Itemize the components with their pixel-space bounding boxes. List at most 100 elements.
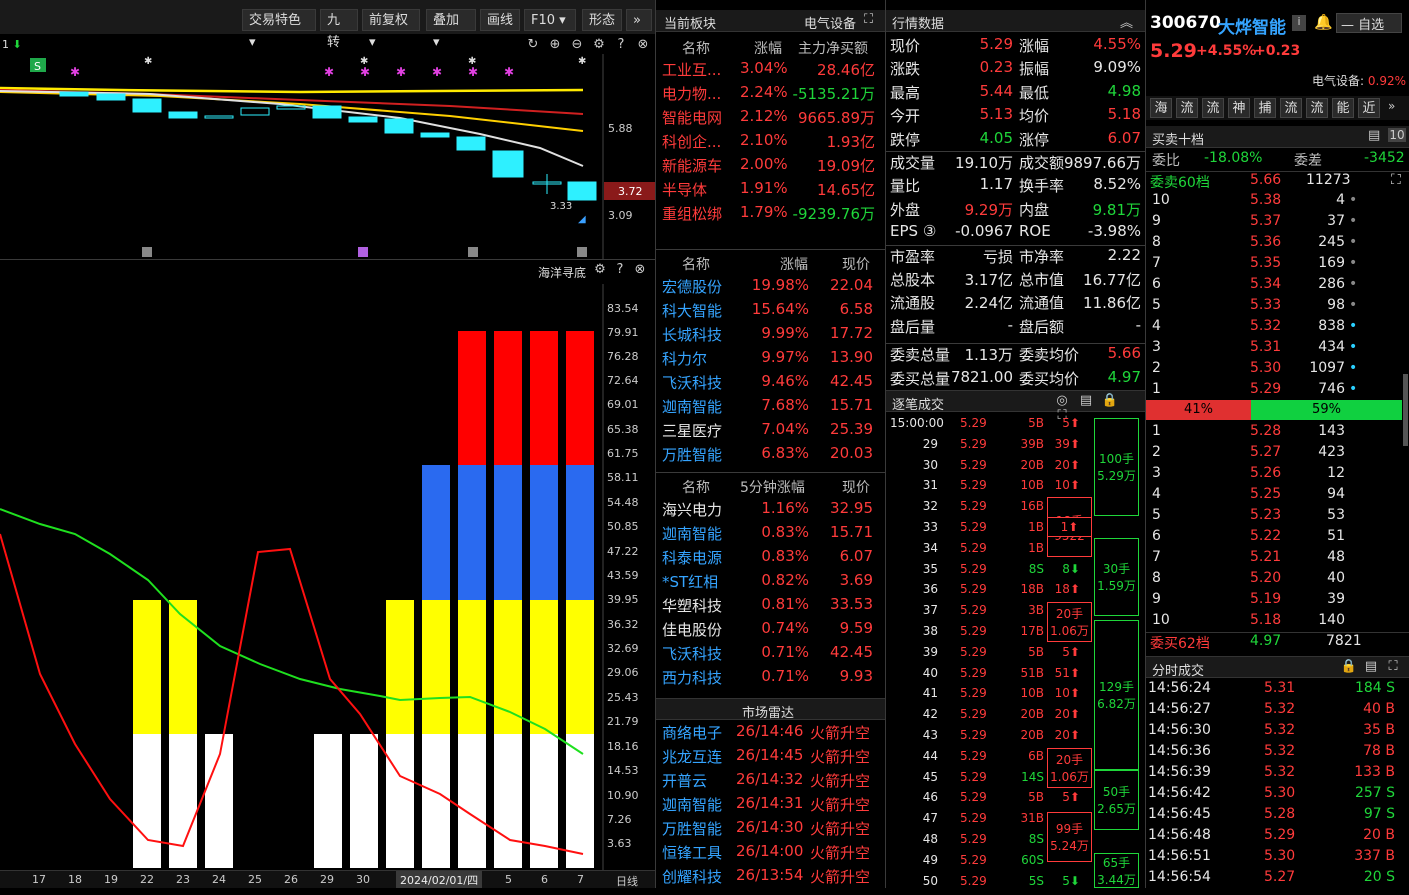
sell-level-row[interactable]: 4 5.32 838 •: [1146, 318, 1409, 339]
stock-row[interactable]: 西力科技 0.71% 9.93: [656, 667, 885, 691]
depth-ten-icon[interactable]: 10: [1388, 128, 1406, 142]
lock-icon[interactable]: 🔒: [1338, 659, 1360, 674]
toolbar-pattern[interactable]: 形态: [582, 9, 622, 31]
info-icon[interactable]: i: [1292, 15, 1306, 31]
lock-icon[interactable]: 🔒: [1098, 393, 1122, 408]
stock-row[interactable]: 迦南智能 7.68% 15.71: [656, 396, 885, 420]
stock-row[interactable]: 华塑科技 0.81% 33.53: [656, 595, 885, 619]
buy-level-row[interactable]: 8 5.20 40: [1146, 570, 1409, 591]
quick-tab[interactable]: 流: [1280, 98, 1302, 118]
buy-level-row[interactable]: 4 5.25 94: [1146, 486, 1409, 507]
sector-row[interactable]: 工业互... 3.04% 28.46亿: [656, 59, 885, 83]
toolbar-f10[interactable]: F10 ▾: [524, 9, 576, 31]
gear-icon[interactable]: ⚙: [590, 262, 610, 277]
stock-row[interactable]: 科泰电源 0.83% 6.07: [656, 547, 885, 571]
sell-level-row[interactable]: 3 5.31 434 •: [1146, 339, 1409, 360]
sector-row[interactable]: 半导体 1.91% 14.65亿: [656, 179, 885, 203]
bell-icon[interactable]: 🔔: [1314, 13, 1333, 31]
radar-row[interactable]: 恒锋工具 26/14:00 火箭升空: [656, 842, 885, 866]
watchlist-button[interactable]: — 自选: [1336, 13, 1402, 33]
stock-row[interactable]: 三星医疗 7.04% 25.39: [656, 420, 885, 444]
table-icon[interactable]: ▤: [1368, 128, 1380, 143]
period-selector[interactable]: 日线: [616, 873, 638, 889]
quick-tab[interactable]: 捕: [1254, 98, 1276, 118]
filter-icon[interactable]: ◎: [1050, 393, 1074, 408]
stock-row[interactable]: 科大智能 15.64% 6.58: [656, 300, 885, 324]
sell-level-row[interactable]: 5 5.33 98 •: [1146, 297, 1409, 318]
buy-level-row[interactable]: 9 5.19 39: [1146, 591, 1409, 612]
table-icon[interactable]: ▤: [1074, 393, 1098, 408]
sell-level-row[interactable]: 10 5.38 4 •: [1146, 192, 1409, 213]
sell-level-row[interactable]: 9 5.37 37 •: [1146, 213, 1409, 234]
sell-level-row[interactable]: 6 5.34 286 •: [1146, 276, 1409, 297]
sector-row[interactable]: 电力物... 2.24% -5135.21万: [656, 83, 885, 107]
stock-row[interactable]: 宏德股份 19.98% 22.04: [656, 276, 885, 300]
stock-chg: 7.04%: [761, 420, 809, 438]
tick-price: 5.29: [960, 728, 987, 742]
toolbar-draw[interactable]: 画线: [480, 9, 520, 31]
tabs-more-icon[interactable]: »: [1388, 99, 1395, 113]
tick-time: 47: [922, 811, 938, 826]
quick-tab[interactable]: 近: [1358, 98, 1380, 118]
quote-label: 今开: [890, 107, 921, 126]
collapse-icon[interactable]: ︽: [1120, 12, 1133, 31]
level-index: 6: [1152, 276, 1161, 292]
buy-level-row[interactable]: 10 5.18 140: [1146, 612, 1409, 633]
quick-tab[interactable]: 神: [1228, 98, 1250, 118]
toolbar-nine-turn[interactable]: 九转: [320, 9, 358, 50]
quick-tab[interactable]: 流: [1306, 98, 1328, 118]
stock-row[interactable]: 飞沃科技 9.46% 42.45: [656, 372, 885, 396]
sector-row[interactable]: 重组松绑 1.79% -9239.76万: [656, 203, 885, 227]
buy-level-row[interactable]: 1 5.28 143: [1146, 423, 1409, 444]
help-icon[interactable]: ?: [610, 262, 630, 277]
stock-row[interactable]: 万胜智能 6.83% 20.03: [656, 444, 885, 468]
quote-label: 外盘: [890, 200, 921, 219]
expand-icon[interactable]: ⛶: [864, 12, 873, 27]
quick-tab[interactable]: 流: [1202, 98, 1224, 118]
sector-row[interactable]: 新能源车 2.00% 19.09亿: [656, 155, 885, 179]
stock-row[interactable]: 飞沃科技 0.71% 42.45: [656, 643, 885, 667]
sell-level-row[interactable]: 8 5.36 245 •: [1146, 234, 1409, 255]
radar-row[interactable]: 商络电子 26/14:46 火箭升空: [656, 722, 885, 746]
toolbar-adjust[interactable]: 前复权 ▾: [362, 9, 420, 50]
sell-level-row[interactable]: 1 5.29 746 •: [1146, 381, 1409, 402]
stock-row[interactable]: 佳电股份 0.74% 9.59: [656, 619, 885, 643]
buy-level-row[interactable]: 6 5.22 51: [1146, 528, 1409, 549]
toolbar-overlay[interactable]: 叠加 ▾: [426, 9, 476, 50]
stock-name: 海兴电力: [662, 501, 723, 519]
toolbar-trade-feature[interactable]: 交易特色 ▾: [242, 9, 316, 50]
radar-row[interactable]: 迦南智能 26/14:31 火箭升空: [656, 794, 885, 818]
radar-row[interactable]: 兆龙互连 26/14:45 火箭升空: [656, 746, 885, 770]
buy-level-row[interactable]: 5 5.23 53: [1146, 507, 1409, 528]
sell-level-row[interactable]: 7 5.35 169 •: [1146, 255, 1409, 276]
expand-icon[interactable]: ⛶: [1382, 659, 1404, 674]
radar-row[interactable]: 开普云 26/14:32 火箭升空: [656, 770, 885, 794]
close-icon[interactable]: ⊗: [630, 262, 650, 277]
tick-sum: 10⬆: [1054, 686, 1080, 701]
tick-row: 43 5.29 20B 20⬆: [886, 728, 1096, 749]
radar-row[interactable]: 创耀科技 26/13:54 火箭升空: [656, 866, 885, 890]
stock-row[interactable]: 迦南智能 0.83% 15.71: [656, 523, 885, 547]
buy-level-row[interactable]: 7 5.21 48: [1146, 549, 1409, 570]
group-volume: 65手: [1102, 855, 1131, 870]
quick-tab[interactable]: 海: [1150, 98, 1172, 118]
sell-level-row[interactable]: 2 5.30 1097 •: [1146, 360, 1409, 381]
buy-level-row[interactable]: 2 5.27 423: [1146, 444, 1409, 465]
stock-row[interactable]: 长城科技 9.99% 17.72: [656, 324, 885, 348]
stock-chg: 0.81%: [761, 595, 809, 613]
svg-text:✱: ✱: [324, 65, 334, 79]
buy-level-row[interactable]: 3 5.26 12: [1146, 465, 1409, 486]
stock-row[interactable]: 科力尔 9.97% 13.90: [656, 348, 885, 372]
book-scrollbar[interactable]: [1403, 374, 1408, 446]
quick-tab[interactable]: 能: [1332, 98, 1354, 118]
toolbar-more-icon[interactable]: »: [626, 9, 652, 31]
quick-tab[interactable]: 流: [1176, 98, 1198, 118]
radar-name: 创耀科技: [662, 868, 723, 886]
sector-row[interactable]: 智能电网 2.12% 9665.89万: [656, 107, 885, 131]
table-icon[interactable]: ▤: [1360, 659, 1382, 674]
expand-icon[interactable]: ⛶: [1391, 172, 1401, 188]
sector-row[interactable]: 科创企... 2.10% 1.93亿: [656, 131, 885, 155]
stock-row[interactable]: 海兴电力 1.16% 32.95: [656, 499, 885, 523]
stock-row[interactable]: *ST红相 0.82% 3.69: [656, 571, 885, 595]
radar-row[interactable]: 万胜智能 26/14:30 火箭升空: [656, 818, 885, 842]
